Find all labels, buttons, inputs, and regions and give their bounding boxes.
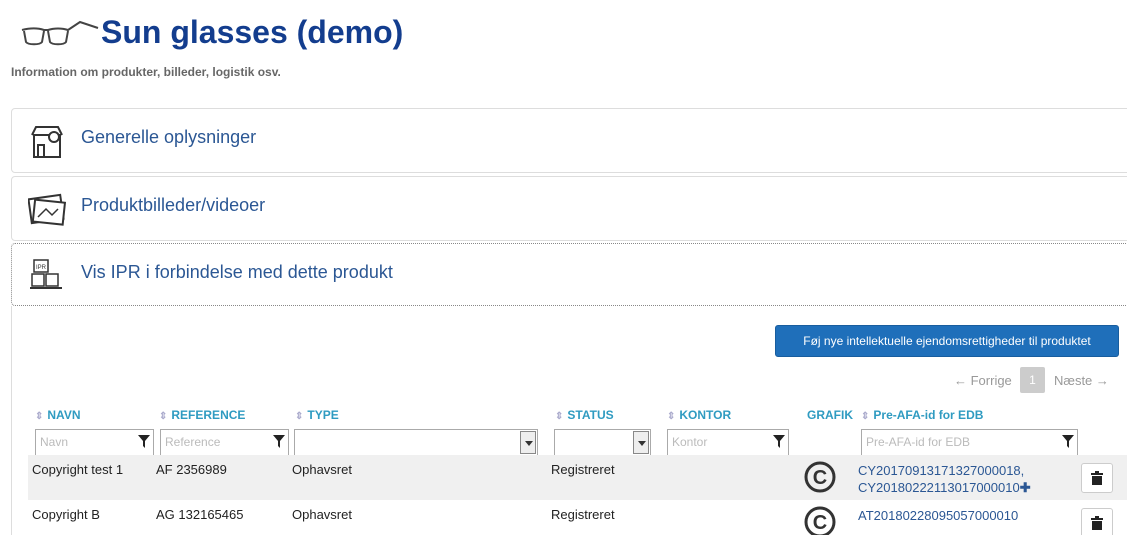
table-row: Copyright test 1 AF 2356989 Ophavsret Re… bbox=[28, 455, 1127, 500]
section-label: Generelle oplysninger bbox=[81, 127, 257, 147]
trash-icon bbox=[1091, 516, 1103, 530]
plus-icon[interactable]: ✚ bbox=[1020, 480, 1031, 495]
chevron-down-icon bbox=[633, 431, 649, 454]
page-title: Sun glasses (demo) bbox=[101, 14, 404, 50]
column-header-kontor[interactable]: ⇕ KONTOR bbox=[667, 408, 731, 422]
cell-type: Ophavsret bbox=[292, 462, 352, 477]
copyright-icon: C bbox=[804, 506, 836, 535]
sort-icon: ⇕ bbox=[667, 411, 676, 422]
delete-button[interactable] bbox=[1081, 463, 1113, 493]
cell-status: Registreret bbox=[551, 507, 615, 522]
filter-preafa-input[interactable]: Pre-AFA-id for EDB bbox=[861, 429, 1078, 456]
pager-next-link[interactable]: Næste → bbox=[1054, 373, 1109, 401]
images-icon bbox=[28, 193, 66, 226]
cell-status: Registreret bbox=[551, 462, 615, 477]
cell-preafa[interactable]: CY20170913171327000018, CY20180222113017… bbox=[858, 462, 1073, 496]
cell-navn: Copyright test 1 bbox=[32, 462, 124, 477]
ipr-boxes-icon: IPR bbox=[30, 259, 62, 289]
filter-status-select[interactable] bbox=[554, 429, 651, 456]
trash-icon bbox=[1091, 471, 1103, 485]
column-header-reference[interactable]: ⇕ REFERENCE bbox=[159, 408, 245, 422]
column-header-type[interactable]: ⇕ TYPE bbox=[295, 408, 339, 422]
sort-icon: ⇕ bbox=[861, 411, 870, 422]
column-header-grafik: GRAFIK bbox=[807, 408, 853, 422]
section-label: Vis IPR i forbindelse med dette produkt bbox=[81, 262, 393, 282]
add-ipr-button[interactable]: Føj nye intellektuelle ejendomsrettighed… bbox=[775, 325, 1119, 357]
store-icon bbox=[31, 126, 63, 158]
cell-reference: AF 2356989 bbox=[156, 462, 227, 477]
section-ipr[interactable]: IPR Vis IPR i forbindelse med dette prod… bbox=[11, 243, 1127, 306]
cell-navn: Copyright B bbox=[32, 507, 100, 522]
sort-icon: ⇕ bbox=[159, 411, 168, 422]
filter-kontor-input[interactable]: Kontor bbox=[667, 429, 789, 456]
column-header-preafa[interactable]: ⇕ Pre-AFA-id for EDB bbox=[861, 408, 983, 422]
column-header-navn[interactable]: ⇕ NAVN bbox=[35, 408, 81, 422]
svg-text:C: C bbox=[813, 467, 827, 489]
filter-icon bbox=[138, 435, 150, 448]
table-row: Copyright B AG 132165465 Ophavsret Regis… bbox=[28, 500, 1127, 535]
filter-navn-input[interactable]: Navn bbox=[35, 429, 154, 456]
section-label: Produktbilleder/videoer bbox=[81, 195, 266, 215]
page-subtitle: Information om produkter, billeder, logi… bbox=[11, 65, 281, 79]
svg-text:C: C bbox=[813, 512, 827, 534]
pager-current-page[interactable]: 1 bbox=[1020, 367, 1045, 393]
copyright-icon: C bbox=[804, 461, 836, 493]
sort-icon: ⇕ bbox=[295, 411, 304, 422]
filter-icon bbox=[773, 435, 785, 448]
section-general-info[interactable]: Generelle oplysninger bbox=[11, 108, 1127, 173]
page-header: Sun glasses (demo) Information om produk… bbox=[0, 0, 1127, 100]
filter-icon bbox=[1062, 435, 1074, 448]
filter-type-select[interactable] bbox=[294, 429, 538, 456]
cell-preafa[interactable]: AT20180228095057000010 bbox=[858, 507, 1073, 524]
pager-prev-link[interactable]: ← Forrige bbox=[954, 373, 1012, 401]
filter-reference-input[interactable]: Reference bbox=[160, 429, 289, 456]
cell-type: Ophavsret bbox=[292, 507, 352, 522]
sort-icon: ⇕ bbox=[555, 411, 564, 422]
chevron-down-icon bbox=[520, 431, 536, 454]
delete-button[interactable] bbox=[1081, 508, 1113, 535]
glasses-logo-icon bbox=[21, 20, 99, 46]
sort-icon: ⇕ bbox=[35, 411, 44, 422]
filter-icon bbox=[273, 435, 285, 448]
column-header-status[interactable]: ⇕ STATUS bbox=[555, 408, 614, 422]
cell-reference: AG 132165465 bbox=[156, 507, 244, 522]
svg-text:IPR: IPR bbox=[36, 265, 47, 271]
section-product-images[interactable]: Produktbilleder/videoer bbox=[11, 176, 1127, 241]
